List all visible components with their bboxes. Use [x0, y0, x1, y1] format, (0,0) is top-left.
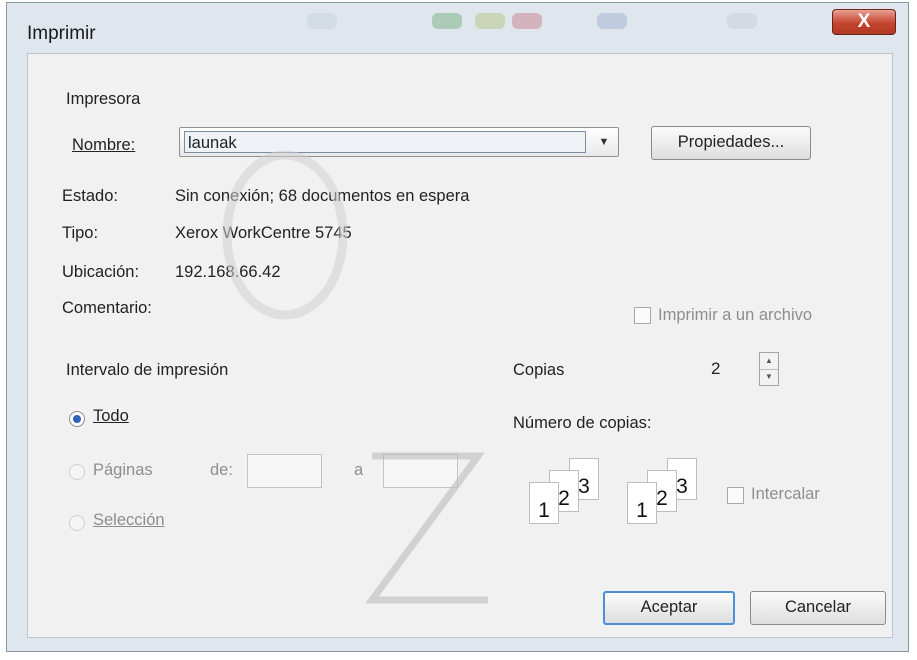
titlebar-glow — [597, 13, 627, 29]
ok-button[interactable]: Aceptar — [603, 591, 735, 625]
close-icon: X — [857, 11, 871, 32]
printer-section-label: Impresora — [66, 90, 141, 108]
titlebar-glow — [307, 13, 337, 29]
chevron-up-icon[interactable]: ▲ — [760, 353, 778, 370]
chevron-down-icon[interactable]: ▼ — [760, 369, 778, 385]
range-all-label[interactable]: Todo — [93, 407, 129, 426]
range-from-input[interactable] — [247, 454, 322, 488]
collate-preview-set-1: 3 2 1 — [519, 458, 629, 538]
range-all-label-text: Todo — [93, 407, 129, 425]
titlebar-glow — [727, 13, 757, 29]
range-to-label: a — [354, 461, 364, 479]
range-pages-radio[interactable] — [69, 464, 85, 480]
printer-name-value: launak — [184, 131, 586, 153]
range-all-radio[interactable] — [69, 411, 85, 427]
print-to-file-label[interactable]: Imprimir a un archivo — [658, 306, 812, 325]
range-to-input[interactable] — [383, 454, 458, 488]
chevron-down-icon[interactable]: ▼ — [594, 134, 614, 150]
range-selection-label[interactable]: Selección — [93, 511, 165, 530]
ok-button-label: Aceptar — [640, 598, 698, 616]
title-bar[interactable]: Imprimir X — [7, 3, 908, 55]
collate-page: 1 — [627, 482, 657, 524]
printer-name-label-text: Nombre: — [72, 136, 136, 154]
dialog-body: Impresora Nombre: launak ▼ Propiedades..… — [27, 53, 893, 638]
location-label: Ubicación: — [62, 263, 140, 281]
close-button[interactable]: X — [832, 9, 896, 35]
dialog-title: Imprimir — [27, 23, 96, 44]
print-to-file-checkbox[interactable] — [634, 307, 651, 324]
type-value: Xerox WorkCentre 5745 — [175, 224, 352, 242]
collate-preview-set-2: 3 2 1 — [617, 458, 727, 538]
copies-count-label: Número de copias: — [513, 414, 652, 432]
location-value: 192.168.66.42 — [175, 263, 281, 281]
range-selection-radio[interactable] — [69, 515, 85, 531]
type-label: Tipo: — [62, 224, 99, 242]
copies-section-label: Copias — [513, 361, 565, 379]
status-label: Estado: — [62, 187, 118, 205]
properties-button-label: Propiedades... — [677, 133, 785, 151]
range-section-label: Intervalo de impresión — [66, 361, 229, 379]
titlebar-glow — [475, 13, 505, 29]
status-value: Sin conexión; 68 documentos en espera — [175, 187, 470, 205]
printer-name-label: Nombre: — [72, 136, 135, 155]
cancel-button[interactable]: Cancelar — [750, 591, 886, 625]
titlebar-glow — [432, 13, 462, 29]
copies-spinner[interactable]: ▲ ▼ — [759, 352, 779, 386]
printer-name-select[interactable]: launak ▼ — [179, 127, 619, 157]
print-dialog: Imprimir X Impresora Nombre: launak ▼ Pr… — [6, 2, 909, 652]
copies-count-input[interactable]: 2 — [703, 351, 755, 387]
collate-checkbox[interactable] — [727, 487, 744, 504]
titlebar-glow — [512, 13, 542, 29]
collate-page: 1 — [529, 482, 559, 524]
properties-button[interactable]: Propiedades... — [651, 126, 811, 160]
range-pages-label[interactable]: Páginas — [93, 461, 153, 480]
collate-label[interactable]: Intercalar — [751, 485, 820, 504]
range-from-label: de: — [210, 461, 233, 479]
comment-label: Comentario: — [62, 299, 152, 317]
cancel-button-label: Cancelar — [784, 598, 852, 616]
range-selection-label-text: Selección — [93, 511, 165, 529]
